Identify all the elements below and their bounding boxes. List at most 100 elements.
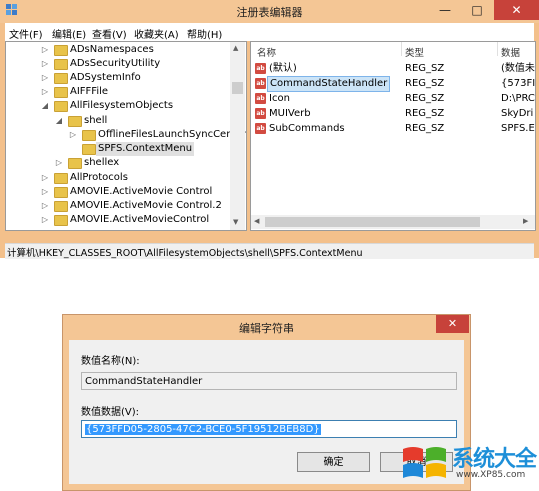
collapse-arrow-icon[interactable]: ◢ [40,99,50,113]
collapse-arrow-icon[interactable]: ◢ [54,114,64,128]
watermark-url: www.XP85.com [456,470,526,480]
tree-item-label: ADsSecurityUtility [70,58,161,69]
menu-file[interactable]: 文件(F) [9,26,43,41]
values-horizontal-scrollbar[interactable]: ◀ ▶ [251,215,535,229]
value-data: SPFS.E [501,123,535,134]
expand-arrow-icon[interactable]: ▷ [54,156,64,170]
tree-item-label: shell [84,115,108,126]
folder-icon [54,73,68,84]
tree-item-label: ADSystemInfo [70,72,141,83]
value-name-field[interactable]: CommandStateHandler [81,372,457,390]
value-type: REG_SZ [405,63,445,74]
value-name: Icon [269,93,290,104]
value-data-input[interactable]: {573FFD05-2805-47C2-BCE0-5F19512BEB8D} [81,420,457,438]
tree-item-label: AMOVIE.ActiveMovie Control.2 [70,200,222,211]
folder-icon [54,87,68,98]
expand-arrow-icon[interactable]: ▷ [40,199,50,213]
close-button[interactable]: ✕ [494,0,539,20]
tree-item-label: AMOVIE.ActiveMovie Control [70,186,213,197]
folder-icon [82,144,96,155]
value-type: REG_SZ [405,123,445,134]
dialog-title: 编辑字符串 [239,322,294,335]
folder-icon [54,101,68,112]
tree-item-label: OfflineFilesLaunchSyncCenter [98,129,247,140]
ok-button[interactable]: 确定 [297,452,370,472]
title-bar: 注册表编辑器 — □ ✕ [0,0,539,23]
tree-item-label: AllProtocols [70,172,128,183]
menu-edit[interactable]: 编辑(E) [52,26,86,41]
dialog-close-button[interactable]: ✕ [436,315,469,333]
expand-arrow-icon[interactable]: ▷ [40,85,50,99]
tree-item-label: ADsNamespaces [70,44,154,55]
value-data-selected-text: {573FFD05-2805-47C2-BCE0-5F19512BEB8D} [85,424,321,435]
expand-arrow-icon[interactable]: ▷ [40,71,50,85]
minimize-button[interactable]: — [430,0,460,20]
tree-item-label: AIFFFile [70,86,109,97]
column-divider[interactable] [401,42,402,56]
value-row[interactable]: ab Icon REG_SZ D:\PRC [255,92,535,106]
column-header-name[interactable]: 名称 [257,45,276,59]
status-bar: 计算机\HKEY_CLASSES_ROOT\AllFilesystemObjec… [5,243,534,259]
scroll-up-icon[interactable]: ▲ [233,44,238,52]
menu-favorites[interactable]: 收藏夹(A) [134,26,179,41]
value-name-label: 数值名称(N): [81,356,140,367]
column-header-data[interactable]: 数据 [501,45,520,59]
value-data-label: 数值数据(V): [81,407,140,418]
value-data: (数值未 [501,63,535,74]
folder-icon [68,158,82,169]
menu-help[interactable]: 帮助(H) [187,26,222,41]
value-row-selected[interactable]: ab CommandStateHandler REG_SZ {573FI [255,76,536,92]
value-name: CommandStateHandler [267,76,391,92]
expand-arrow-icon[interactable]: ▷ [40,171,50,185]
value-data: {573FI [501,78,536,89]
tree-vertical-scrollbar[interactable]: ▲ ▼ [230,42,245,230]
expand-arrow-icon[interactable]: ▷ [40,213,50,227]
value-type: REG_SZ [405,108,445,119]
tree-item-label-selected: SPFS.ContextMenu [96,142,195,156]
folder-icon [54,45,68,56]
column-divider[interactable] [497,42,498,56]
folder-icon [54,201,68,212]
value-type: REG_SZ [405,93,445,104]
scrollbar-thumb[interactable] [265,217,480,227]
value-row[interactable]: ab MUIVerb REG_SZ SkyDri [255,107,535,121]
tree-item-label: AllFilesystemObjects [70,100,174,111]
expand-arrow-icon[interactable]: ▷ [68,128,78,142]
scroll-down-icon[interactable]: ▼ [233,218,238,226]
value-data: D:\PRC [501,93,535,104]
menu-bar: 文件(F) 编辑(E) 查看(V) 收藏夹(A) 帮助(H) [5,23,534,41]
value-type: REG_SZ [405,78,445,89]
folder-icon [68,116,82,127]
maximize-button[interactable]: □ [462,0,492,20]
value-row[interactable]: ab (默认) REG_SZ (数值未 [255,62,535,76]
column-header-type[interactable]: 类型 [405,45,424,59]
values-pane[interactable]: 名称 类型 数据 ab (默认) REG_SZ (数值未 ab CommandS… [250,41,536,231]
scroll-left-icon[interactable]: ◀ [254,217,259,225]
folder-icon [54,59,68,70]
string-value-icon: ab [255,78,266,89]
value-name: MUIVerb [269,108,311,119]
string-value-icon: ab [255,108,266,119]
key-path-text: 计算机\HKEY_CLASSES_ROOT\AllFilesystemObjec… [7,248,363,259]
tree-item-label: AMOVIE.ActiveMovieControl [70,214,210,225]
registry-editor-window: 注册表编辑器 — □ ✕ 文件(F) 编辑(E) 查看(V) 收藏夹(A) 帮助… [0,0,539,259]
scrollbar-thumb[interactable] [232,82,243,94]
key-tree-pane[interactable]: ▷ ADsNamespaces ▷ ADsSecurityUtility ▷ A… [5,41,247,231]
string-value-icon: ab [255,123,266,134]
expand-arrow-icon[interactable]: ▷ [40,57,50,71]
tree-item-label: shellex [84,157,120,168]
folder-icon [82,130,96,141]
string-value-icon: ab [255,63,266,74]
value-data: SkyDri [501,108,534,119]
windows-logo-watermark [401,441,449,485]
folder-icon [54,215,68,226]
expand-arrow-icon[interactable]: ▷ [40,43,50,57]
expand-arrow-icon[interactable]: ▷ [40,185,50,199]
string-value-icon: ab [255,93,266,104]
scroll-right-icon[interactable]: ▶ [523,217,528,225]
value-row[interactable]: ab SubCommands REG_SZ SPFS.E [255,122,535,136]
watermark-text: 系统大全 [452,447,537,472]
menu-view[interactable]: 查看(V) [92,26,127,41]
folder-icon [54,187,68,198]
value-name: (默认) [269,63,297,74]
